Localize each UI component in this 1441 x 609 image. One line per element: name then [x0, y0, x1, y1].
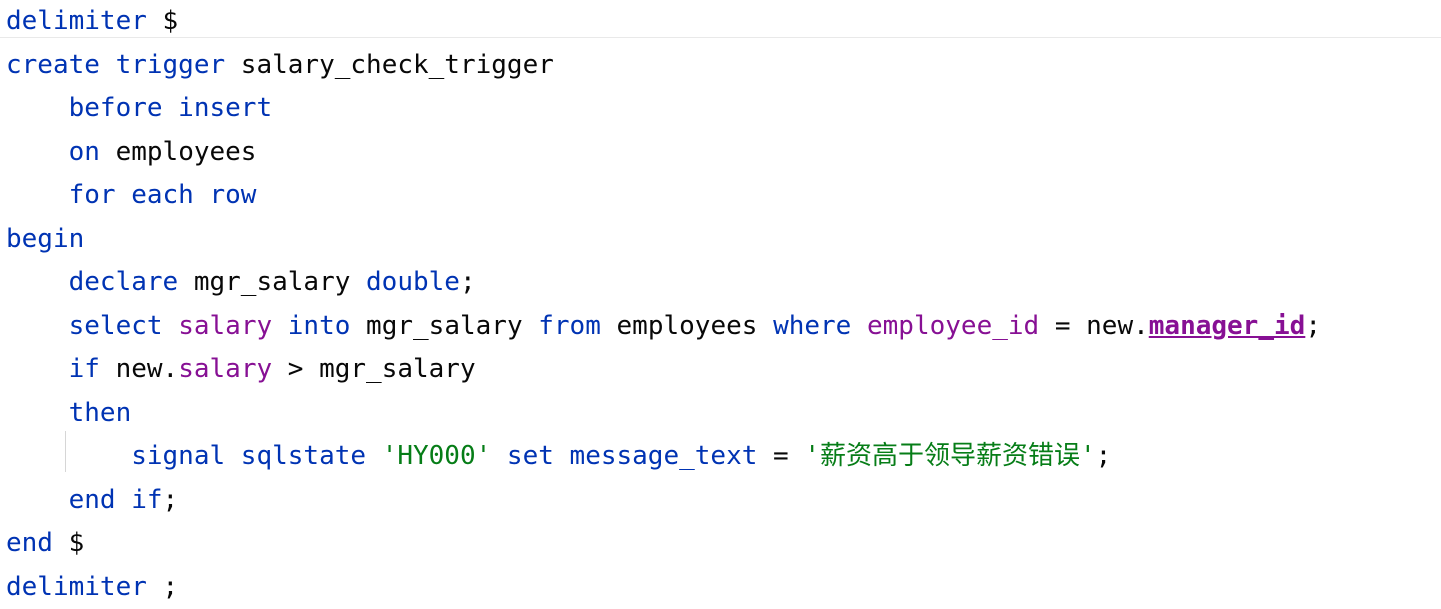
- code-line[interactable]: before insert: [6, 87, 1321, 131]
- code-token: signal sqlstate: [6, 441, 366, 471]
- code-token: ;: [1305, 311, 1321, 341]
- code-line[interactable]: on employees: [6, 131, 1321, 175]
- code-token: for each row: [6, 180, 256, 210]
- code-area[interactable]: delimiter $create trigger salary_check_t…: [6, 0, 1321, 609]
- code-token: ;: [1096, 441, 1112, 471]
- code-token: then: [6, 398, 131, 428]
- code-token: [366, 441, 382, 471]
- code-token: end if: [6, 485, 163, 515]
- code-token: salary: [178, 354, 272, 384]
- code-line[interactable]: signal sqlstate 'HY000' set message_text…: [6, 435, 1321, 479]
- code-token: [851, 311, 867, 341]
- code-token: salary: [178, 311, 272, 341]
- code-line[interactable]: delimiter ;: [6, 566, 1321, 609]
- code-line[interactable]: begin: [6, 218, 1321, 262]
- code-token: where: [773, 311, 851, 341]
- code-token: if: [6, 354, 100, 384]
- code-token: delimiter: [6, 572, 147, 602]
- code-token: create trigger: [6, 50, 225, 80]
- code-token: new.: [100, 354, 178, 384]
- code-token: employee_id: [867, 311, 1039, 341]
- code-line[interactable]: declare mgr_salary double;: [6, 261, 1321, 305]
- code-token: manager_id: [1149, 311, 1306, 341]
- code-token: ;: [147, 572, 178, 602]
- code-line[interactable]: for each row: [6, 174, 1321, 218]
- code-token: salary_check_trigger: [225, 50, 554, 80]
- code-token: =: [757, 441, 804, 471]
- code-token: ;: [163, 485, 179, 515]
- code-token: = new.: [1039, 311, 1149, 341]
- code-token: [491, 441, 507, 471]
- code-token: $: [147, 6, 178, 36]
- code-token: $: [53, 528, 84, 558]
- code-editor[interactable]: delimiter $create trigger salary_check_t…: [0, 0, 1441, 607]
- code-token: [272, 311, 288, 341]
- code-token: select: [6, 311, 163, 341]
- code-token: declare: [6, 267, 178, 297]
- code-token: mgr_salary: [350, 311, 538, 341]
- code-token: mgr_salary: [178, 267, 366, 297]
- code-line[interactable]: if new.salary > mgr_salary: [6, 348, 1321, 392]
- code-token: begin: [6, 224, 84, 254]
- code-token: employees: [100, 137, 257, 167]
- code-token: set message_text: [507, 441, 757, 471]
- code-token: 'HY000': [382, 441, 492, 471]
- code-line[interactable]: then: [6, 392, 1321, 436]
- code-line[interactable]: end if;: [6, 479, 1321, 523]
- code-token: employees: [601, 311, 773, 341]
- code-token: delimiter: [6, 6, 147, 36]
- code-token: ;: [460, 267, 476, 297]
- code-token: on: [6, 137, 100, 167]
- code-token: '薪资高于领导薪资错误': [804, 441, 1095, 471]
- code-token: [163, 311, 179, 341]
- code-line[interactable]: select salary into mgr_salary from emplo…: [6, 305, 1321, 349]
- code-line[interactable]: delimiter $: [6, 0, 1321, 44]
- code-token: before insert: [6, 93, 272, 123]
- code-token: double: [366, 267, 460, 297]
- code-token: into: [288, 311, 351, 341]
- code-token: from: [538, 311, 601, 341]
- code-token: > mgr_salary: [272, 354, 476, 384]
- code-token: end: [6, 528, 53, 558]
- code-line[interactable]: end $: [6, 522, 1321, 566]
- code-line[interactable]: create trigger salary_check_trigger: [6, 44, 1321, 88]
